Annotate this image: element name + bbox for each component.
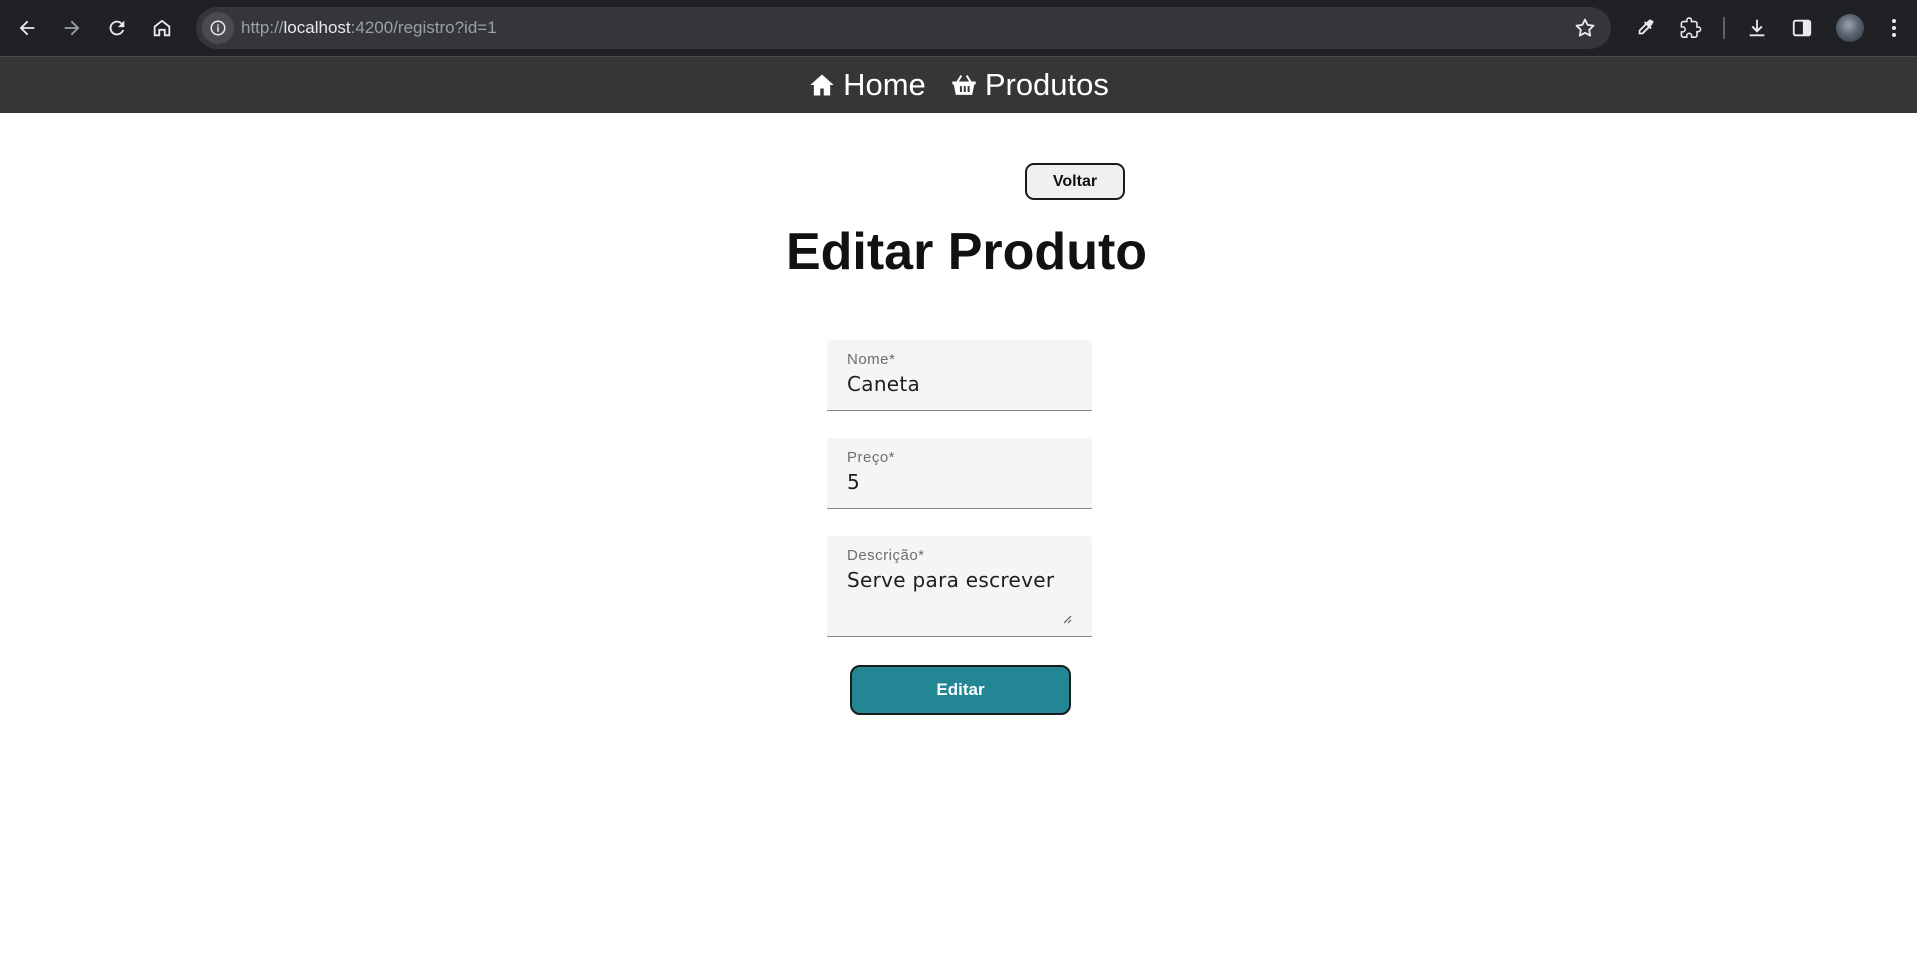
back-button[interactable] — [9, 10, 45, 46]
extensions-puzzle-icon[interactable] — [1677, 14, 1705, 42]
downloads-icon[interactable] — [1743, 14, 1771, 42]
voltar-button[interactable]: Voltar — [1025, 163, 1125, 200]
arrow-left-icon — [19, 20, 35, 36]
editar-button[interactable]: Editar — [850, 665, 1071, 715]
browser-toolbar: http://localhost:4200/registro?id=1 — [0, 0, 1917, 56]
home-outline-icon — [153, 19, 171, 37]
reload-button[interactable] — [99, 10, 135, 46]
address-bar[interactable]: http://localhost:4200/registro?id=1 — [196, 7, 1611, 49]
nav-home-label: Home — [843, 67, 926, 102]
home-button[interactable] — [144, 10, 180, 46]
site-info-icon[interactable] — [202, 12, 234, 44]
nome-field[interactable]: Nome* Caneta — [827, 340, 1092, 411]
preco-label: Preço* — [847, 449, 896, 466]
toolbar-divider — [1723, 17, 1725, 39]
bookmark-star-icon[interactable] — [1573, 16, 1597, 40]
nav-home-link[interactable]: Home — [808, 67, 926, 103]
profile-avatar[interactable] — [1836, 14, 1864, 42]
url-path: :4200/registro?id=1 — [350, 18, 497, 37]
basket-icon — [952, 75, 976, 95]
app-navbar: Home Produtos — [0, 56, 1917, 113]
preco-input-value[interactable]: 5 — [847, 470, 860, 494]
nome-input-value[interactable]: Caneta — [847, 372, 920, 396]
descricao-textarea-value[interactable]: Serve para escrever — [847, 568, 1054, 592]
reload-icon — [109, 20, 125, 36]
page-title: Editar Produto — [785, 223, 1148, 281]
nav-produtos-link[interactable]: Produtos — [950, 67, 1109, 103]
nome-label: Nome* — [847, 351, 896, 368]
descricao-field[interactable]: Descrição* Serve para escrever — [827, 536, 1092, 637]
eyedropper-icon[interactable] — [1631, 14, 1659, 42]
arrow-right-icon — [64, 20, 80, 36]
url-scheme: http:// — [241, 18, 284, 37]
preco-field[interactable]: Preço* 5 — [827, 438, 1092, 509]
forward-button[interactable] — [54, 10, 90, 46]
nav-produtos-label: Produtos — [984, 67, 1109, 102]
url-host: localhost — [283, 18, 351, 37]
url-text: http://localhost:4200/registro?id=1 — [241, 18, 497, 38]
side-panel-icon[interactable] — [1788, 14, 1816, 42]
home-icon — [810, 74, 834, 96]
browser-menu-icon[interactable] — [1880, 14, 1908, 42]
resize-handle-icon[interactable] — [1062, 614, 1072, 624]
descricao-label: Descrição* — [847, 547, 925, 564]
